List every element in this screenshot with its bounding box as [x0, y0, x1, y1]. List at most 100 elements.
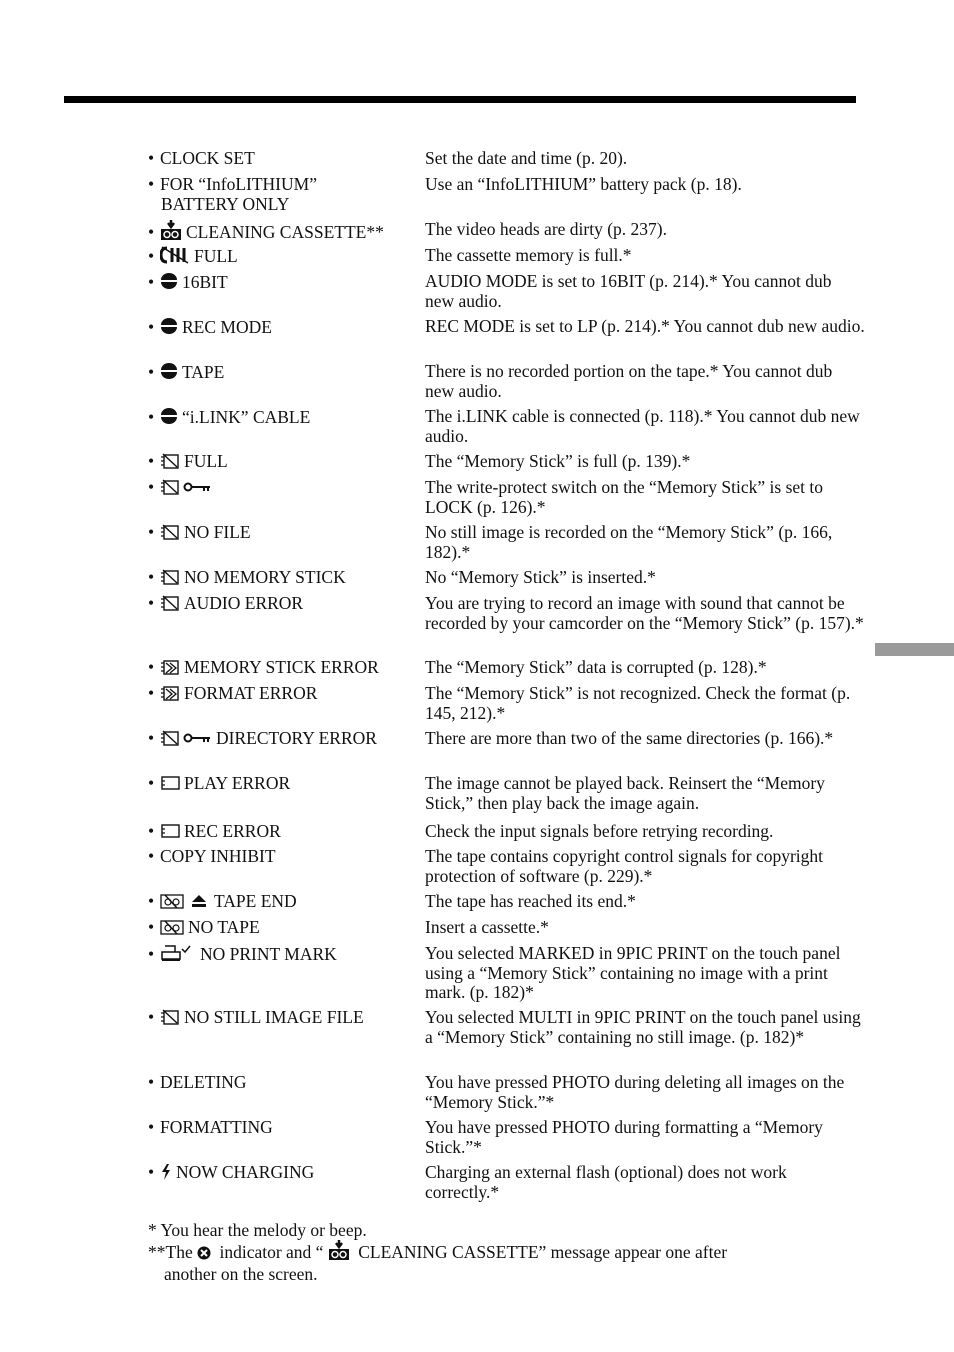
message-description: You selected MARKED in 9PIC PRINT on the…	[425, 943, 841, 1002]
indicator-label: NO PRINT MARK	[200, 944, 337, 964]
footnote-2: **The indicator and “ CLEANING CASSETTE”…	[148, 1240, 848, 1284]
footnote-text: indicator and “	[215, 1242, 328, 1262]
indicator-label: CLEANING CASSETTE**	[186, 222, 384, 242]
cleaning-cassette-icon	[160, 220, 182, 245]
message-indicator: •	[148, 477, 418, 500]
indicator-label: FOR “InfoLITHIUM”	[160, 174, 317, 194]
message-indicator: • NO FILE	[148, 522, 418, 545]
indicator-label: DIRECTORY ERROR	[216, 728, 377, 748]
message-description: Insert a cassette.*	[425, 917, 549, 937]
cleaning-cassette-icon	[328, 1240, 350, 1265]
bullet: •	[148, 272, 155, 292]
bullet: •	[148, 148, 155, 168]
indicator-label: TAPE END	[214, 891, 297, 911]
bullet: •	[148, 1162, 155, 1182]
memory-stick-icon	[160, 595, 180, 616]
audio-dub-icon	[160, 362, 178, 385]
bullet: •	[148, 362, 155, 382]
indicator-label: MEMORY STICK ERROR	[184, 657, 379, 677]
bullet: •	[148, 773, 155, 793]
indicator-label: AUDIO ERROR	[184, 593, 304, 613]
no-tape-eject-icon	[160, 893, 210, 914]
memory-stick-icon	[160, 1009, 180, 1030]
indicator-label: NO FILE	[184, 522, 251, 542]
audio-dub-icon	[160, 317, 178, 340]
message-indicator: • CLOCK SET	[148, 148, 418, 169]
indicator-label: FORMATTING	[160, 1117, 273, 1137]
bullet: •	[148, 846, 155, 866]
message-indicator: • TAPE END	[148, 891, 418, 914]
audio-dub-icon	[160, 272, 178, 295]
indicator-label: “i.LINK” CABLE	[182, 407, 311, 427]
message-description: The tape contains copyright control sign…	[425, 846, 824, 886]
memory-stick-icon	[160, 569, 180, 590]
bullet: •	[148, 593, 155, 613]
message-description: There is no recorded portion on the tape…	[425, 361, 833, 401]
message-description: No “Memory Stick” is inserted.*	[425, 567, 656, 587]
footnote-text: another on the screen.	[164, 1263, 318, 1284]
bullet: •	[148, 567, 155, 587]
indicator-label: REC ERROR	[184, 821, 281, 841]
bullet: •	[148, 477, 155, 497]
bullet: •	[148, 1072, 155, 1092]
indicator-label: FORMAT ERROR	[184, 683, 318, 703]
bullet: •	[148, 683, 155, 703]
memory-stick-icon	[160, 453, 180, 474]
section-tab	[875, 643, 954, 656]
memory-stick-error-icon	[160, 659, 180, 680]
message-description: The cassette memory is full.*	[425, 245, 632, 265]
bullet: •	[148, 917, 155, 937]
message-description: The image cannot be played back. Reinser…	[425, 773, 825, 813]
message-description: Charging an external flash (optional) do…	[425, 1162, 787, 1202]
x-circle-icon	[197, 1245, 211, 1265]
message-indicator: • TAPE	[148, 362, 418, 385]
indicator-label: NOW CHARGING	[176, 1162, 315, 1182]
message-indicator: • FORMAT ERROR	[148, 683, 418, 706]
indicator-label-line2: BATTERY ONLY	[161, 193, 290, 214]
bullet: •	[148, 317, 155, 337]
bullet: •	[148, 657, 155, 677]
message-indicator: • AUDIO ERROR	[148, 593, 418, 616]
bullet: •	[148, 451, 155, 471]
bullet: •	[148, 174, 155, 194]
message-indicator: • NOW CHARGING	[148, 1162, 418, 1185]
bullet: •	[148, 407, 155, 427]
message-indicator: • 16BIT	[148, 272, 418, 295]
card-icon	[160, 823, 180, 844]
indicator-label: NO STILL IMAGE FILE	[184, 1007, 364, 1027]
message-indicator: • DIRECTORY ERROR	[148, 728, 418, 751]
indicator-label: REC MODE	[182, 317, 272, 337]
indicator-label: DELETING	[160, 1072, 247, 1092]
message-indicator: • NO MEMORY STICK	[148, 567, 418, 590]
message-description: There are more than two of the same dire…	[425, 728, 834, 748]
bullet: •	[148, 1007, 155, 1027]
no-tape-icon	[160, 919, 184, 940]
message-description: REC MODE is set to LP (p. 214).* You can…	[425, 316, 865, 336]
bullet: •	[148, 1117, 155, 1137]
bullet: •	[148, 944, 155, 964]
message-description: The write-protect switch on the “Memory …	[425, 477, 824, 517]
message-description: No still image is recorded on the “Memor…	[425, 522, 833, 562]
card-icon	[160, 775, 180, 796]
memory-stick-key-icon	[160, 479, 212, 500]
cassette-memory-icon	[159, 246, 190, 269]
bullet: •	[148, 891, 155, 911]
message-indicator: • REC MODE	[148, 317, 418, 340]
audio-dub-icon	[160, 407, 178, 430]
message-indicator: • FORMATTING	[148, 1117, 418, 1138]
message-description: Use an “InfoLITHIUM” battery pack (p. 18…	[425, 174, 742, 194]
message-indicator: • REC ERROR	[148, 821, 418, 844]
message-description: You are trying to record an image with s…	[425, 593, 864, 633]
memory-stick-icon	[160, 524, 180, 545]
flash-icon	[160, 1164, 172, 1185]
message-indicator: • FULL	[148, 246, 418, 269]
indicator-label: NO TAPE	[188, 917, 260, 937]
message-description: Check the input signals before retrying …	[425, 821, 774, 841]
message-indicator: • FOR “InfoLITHIUM” BATTERY ONLY	[148, 174, 418, 214]
footnote-text: **The	[148, 1242, 198, 1262]
message-indicator: • “i.LINK” CABLE	[148, 407, 418, 430]
message-indicator: • FULL	[148, 451, 418, 474]
memory-stick-key-icon	[160, 730, 212, 751]
message-description: The tape has reached its end.*	[425, 891, 636, 911]
indicator-label: 16BIT	[182, 272, 228, 292]
